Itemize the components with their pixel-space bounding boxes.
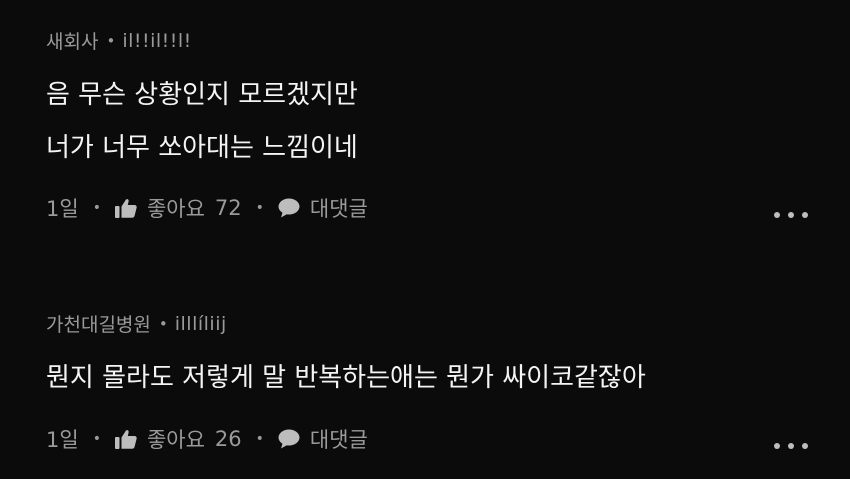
- reply-label: 대댓글: [309, 428, 368, 452]
- comment-item: 새회사 • il!!il!!l! 음 무슨 상황인지 모르겠지만 너가 너무 쏘…: [0, 0, 850, 250]
- comment-time: 1일: [46, 428, 79, 452]
- like-label: 좋아요: [146, 197, 205, 221]
- like-count: 26: [214, 427, 242, 451]
- comment-text-line: 뭔지 몰라도 저렇게 말 반복하는애는 뭔가 싸이코같잖아: [46, 363, 646, 393]
- separator-dot: •: [255, 200, 264, 216]
- separator-dot: •: [92, 200, 101, 216]
- like-button[interactable]: 좋아요 72: [114, 193, 242, 223]
- comment-actions: 1일 • 좋아요 72 • 대댓글: [46, 193, 368, 223]
- reply-button[interactable]: 대댓글: [278, 424, 368, 454]
- speech-bubble-icon: [278, 198, 300, 218]
- comment-actions: 1일 • 좋아요 26 • 대댓글: [46, 424, 368, 454]
- like-button[interactable]: 좋아요 26: [114, 424, 242, 454]
- comment-time: 1일: [46, 197, 79, 221]
- separator-dot: •: [158, 314, 168, 333]
- reply-label: 대댓글: [309, 197, 368, 221]
- comment-meta: 새회사 • il!!il!!l!: [46, 27, 192, 54]
- separator-dot: •: [92, 431, 101, 447]
- comment-text-line: 너가 너무 쏘아대는 느낌이네: [46, 133, 358, 163]
- like-count: 72: [214, 196, 242, 220]
- separator-dot: •: [255, 431, 264, 447]
- author-name[interactable]: 가천대길병원: [46, 310, 151, 337]
- more-dots-icon: [774, 443, 780, 449]
- comment-item: 가천대길병원 • illlíliij 뭔지 몰라도 저렇게 말 반복하는애는 뭔…: [0, 250, 850, 479]
- more-options-button[interactable]: [774, 436, 808, 456]
- author-level: il!!il!!l!: [122, 29, 192, 52]
- author-level: illlíliij: [174, 312, 227, 335]
- thumbs-up-icon: [114, 198, 137, 218]
- comment-text-line: 음 무슨 상황인지 모르겠지만: [46, 80, 358, 110]
- comment-meta: 가천대길병원 • illlíliij: [46, 310, 227, 337]
- like-label: 좋아요: [146, 428, 205, 452]
- thumbs-up-icon: [114, 429, 137, 449]
- speech-bubble-icon: [278, 429, 300, 449]
- more-options-button[interactable]: [774, 205, 808, 225]
- separator-dot: •: [106, 31, 116, 50]
- more-dots-icon: [774, 212, 780, 218]
- author-name[interactable]: 새회사: [46, 27, 98, 54]
- reply-button[interactable]: 대댓글: [278, 193, 368, 223]
